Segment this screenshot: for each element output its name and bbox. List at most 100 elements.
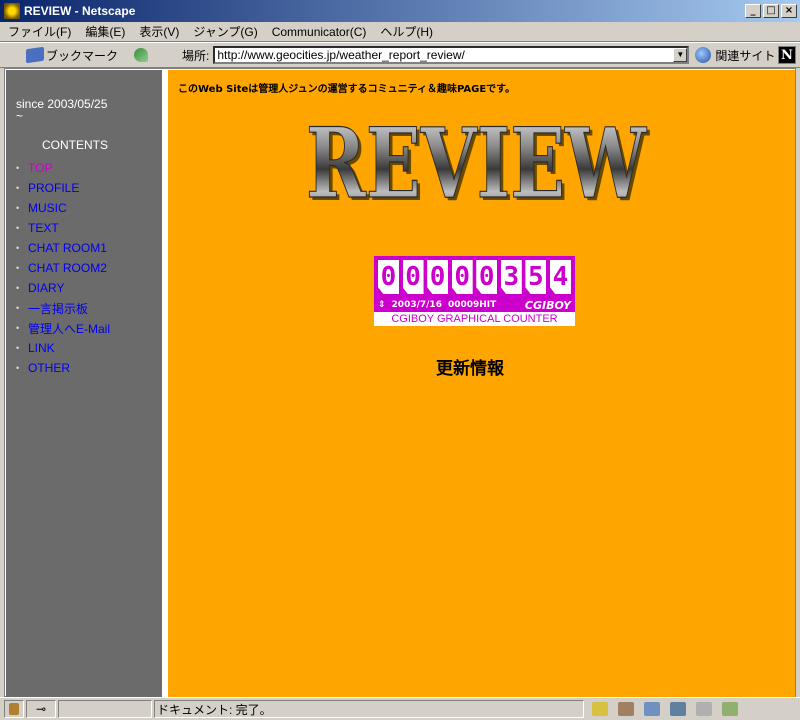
title-bar[interactable]: REVIEW - Netscape _ □ ×: [0, 0, 800, 22]
netscape-icon: [4, 3, 20, 19]
page-proxy-icon[interactable]: [134, 48, 149, 62]
counter-digit: 0: [476, 260, 498, 294]
nav-link-music[interactable]: MUSIC: [28, 201, 67, 215]
mail-icon[interactable]: [618, 702, 634, 716]
related-sites-label: 関連サイト: [715, 48, 776, 63]
counter-digit: 0: [378, 260, 399, 294]
bullet-icon: •: [16, 343, 20, 353]
window-title: REVIEW - Netscape: [24, 4, 136, 18]
counter-digit: 0: [402, 260, 424, 294]
nav-link-other[interactable]: OTHER: [28, 361, 70, 375]
sidebar-item-top: • TOP: [16, 158, 110, 178]
nav-link-chat-room1[interactable]: CHAT ROOM1: [28, 241, 107, 255]
bullet-icon: •: [16, 223, 20, 233]
newsgroup-icon[interactable]: [644, 702, 660, 716]
nav-link-email[interactable]: 管理人へE-Mail: [28, 320, 110, 337]
bullet-icon: •: [16, 203, 20, 213]
location-label: 場所:: [182, 48, 210, 63]
bullet-icon: •: [16, 303, 20, 313]
menu-edit[interactable]: 編集(E): [85, 23, 125, 40]
since-date: since 2003/05/25 ~: [16, 98, 107, 122]
bullet-icon: •: [16, 363, 20, 373]
sidebar-item-diary: • DIARY: [16, 278, 110, 298]
menu-file[interactable]: ファイル(F): [8, 23, 71, 40]
nav-link-bbs[interactable]: 一言掲示板: [28, 300, 88, 317]
bookmarks-label: ブックマーク: [46, 48, 119, 63]
sidebar-item-email: • 管理人へE-Mail: [16, 318, 110, 338]
main-frame: このWeb Siteは管理人ジュンの運営するコミュニティ＆趣味PAGEです。 R…: [168, 70, 795, 697]
menu-help[interactable]: ヘルプ(H): [380, 23, 433, 40]
security-check-icon[interactable]: [722, 702, 738, 716]
status-bar: ⊸ ドキュメント: 完了。: [0, 697, 800, 720]
site-tagline: このWeb Siteは管理人ジュンの運営するコミュニティ＆趣味PAGEです。: [178, 84, 516, 95]
review-logo: REVIEW REVIEW: [305, 108, 649, 208]
browser-viewport: since 2003/05/25 ~ CONTENTS • TOP • PROF…: [4, 68, 796, 698]
connection-indicator: ⊸: [26, 700, 56, 718]
sidebar-item-other: • OTHER: [16, 358, 110, 378]
counter-date: 2003/7/16: [391, 300, 442, 310]
since-tilde: ~: [16, 109, 24, 123]
progress-bar: [58, 700, 152, 718]
sidebar-item-bbs: • 一言掲示板: [16, 298, 110, 318]
sidebar-item-chat-room1: • CHAT ROOM1: [16, 238, 110, 258]
url-input[interactable]: http://www.geocities.jp/weather_report_r…: [213, 46, 690, 64]
nav-link-text[interactable]: TEXT: [28, 221, 59, 235]
connection-icon: ⊸: [35, 702, 47, 716]
update-info-heading: 更新情報: [436, 359, 504, 379]
netscape-logo[interactable]: N: [778, 46, 796, 64]
close-button[interactable]: ×: [781, 4, 797, 18]
since-text: since 2003/05/25: [16, 97, 108, 111]
bookmarks-button[interactable]: ブックマーク: [26, 46, 119, 64]
status-text: ドキュメント: 完了。: [157, 702, 272, 717]
counter-digit: 0: [451, 260, 473, 294]
counter-digit: 0: [427, 260, 449, 294]
bookmark-icon: [26, 46, 44, 64]
counter-hit: 00009HIT: [447, 300, 497, 310]
status-text-cell: ドキュメント: 完了。: [154, 700, 584, 718]
composer-icon[interactable]: [696, 702, 712, 716]
maximize-button[interactable]: □: [763, 4, 779, 18]
menu-go[interactable]: ジャンプ(G): [193, 23, 257, 40]
nav-link-profile[interactable]: PROFILE: [28, 181, 79, 195]
hit-counter[interactable]: 0 0 0 0 0 3 5 4 ⇕ 2003/7/16 00009HIT CGI…: [374, 256, 575, 326]
window-controls: _ □ ×: [745, 4, 797, 18]
logo-text: REVIEW: [306, 108, 647, 208]
sidebar-item-chat-room2: • CHAT ROOM2: [16, 258, 110, 278]
bullet-icon: •: [16, 163, 20, 173]
url-text: http://www.geocities.jp/weather_report_r…: [217, 48, 465, 62]
navigator-icon[interactable]: [592, 702, 608, 716]
counter-info: ⇕ 2003/7/16 00009HIT CGIBOY: [374, 298, 575, 312]
counter-brand: CGIBOY: [524, 298, 571, 312]
minimize-button[interactable]: _: [745, 4, 761, 18]
lock-icon: [9, 703, 19, 715]
sidebar-frame: since 2003/05/25 ~ CONTENTS • TOP • PROF…: [6, 70, 162, 697]
globe-icon: [695, 47, 712, 63]
counter-digit: 4: [549, 260, 571, 294]
url-dropdown-button[interactable]: ▼: [673, 48, 688, 62]
bullet-icon: •: [16, 323, 20, 333]
nav-link-top[interactable]: TOP: [28, 161, 52, 175]
nav-link-link[interactable]: LINK: [28, 341, 55, 355]
security-indicator[interactable]: [4, 700, 24, 718]
counter-digits: 0 0 0 0 0 3 5 4: [374, 256, 575, 298]
nav-link-chat-room2[interactable]: CHAT ROOM2: [28, 261, 107, 275]
location-toolbar: ブックマーク 場所: http://www.geocities.jp/weath…: [0, 42, 800, 68]
component-bar: [592, 702, 738, 716]
related-sites-button[interactable]: 関連サイト: [695, 47, 775, 64]
address-book-icon[interactable]: [670, 702, 686, 716]
sidebar-item-music: • MUSIC: [16, 198, 110, 218]
counter-digit: 5: [525, 260, 547, 294]
menu-communicator[interactable]: Communicator(C): [272, 25, 367, 39]
bullet-icon: •: [16, 283, 20, 293]
nav-link-diary[interactable]: DIARY: [28, 281, 64, 295]
nav-list: • TOP • PROFILE • MUSIC • TEXT • CHAT RO…: [16, 158, 110, 378]
sidebar-item-link: • LINK: [16, 338, 110, 358]
arrows-icon: ⇕: [378, 300, 386, 310]
bullet-icon: •: [16, 183, 20, 193]
bullet-icon: •: [16, 263, 20, 273]
sidebar-item-profile: • PROFILE: [16, 178, 110, 198]
menu-bar: ファイル(F) 編集(E) 表示(V) ジャンプ(G) Communicator…: [0, 22, 800, 42]
counter-footer: CGIBOY GRAPHICAL COUNTER: [374, 312, 575, 326]
sidebar-item-text: • TEXT: [16, 218, 110, 238]
menu-view[interactable]: 表示(V): [139, 23, 179, 40]
